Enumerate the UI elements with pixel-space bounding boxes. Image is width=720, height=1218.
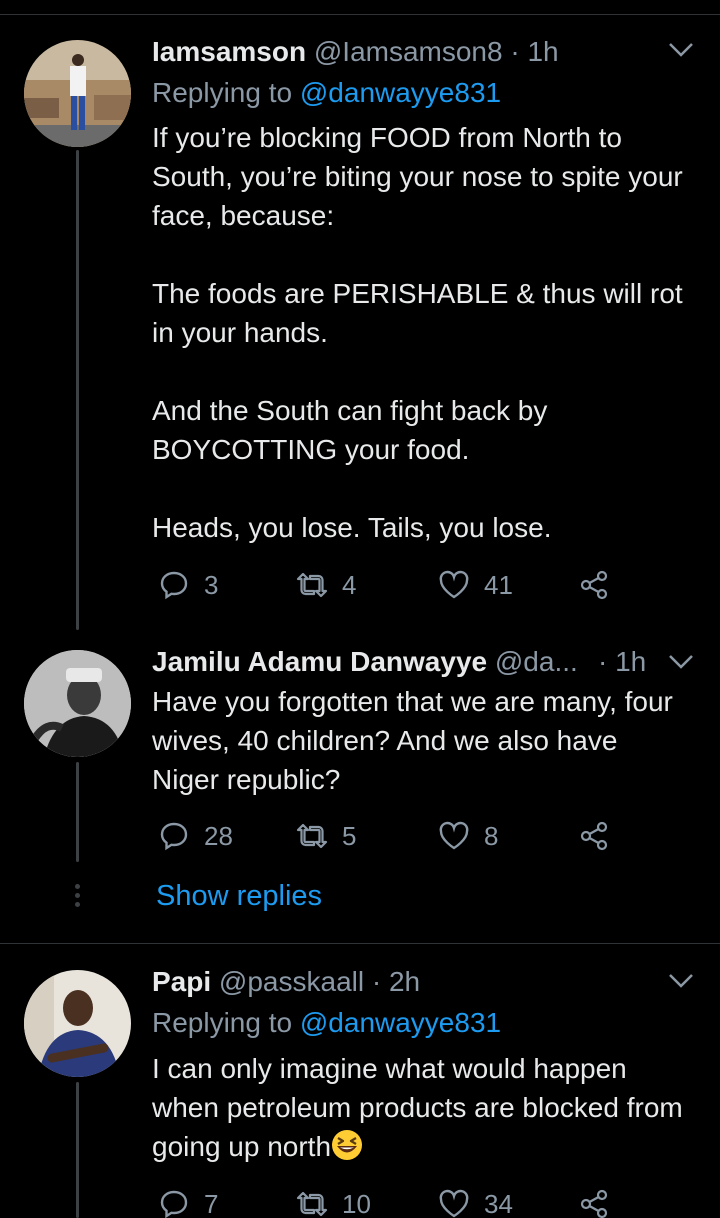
mention-link[interactable]: @danwayye831 [300, 77, 501, 108]
display-name[interactable]: Iamsamson [152, 36, 306, 67]
reply-icon [160, 822, 188, 851]
laughing-emoji-icon [332, 1130, 363, 1160]
retweet-count: 4 [342, 569, 357, 600]
tweet-time: · 1h [502, 36, 559, 67]
reply-count: 28 [204, 820, 233, 851]
retweet-count: 10 [342, 1188, 371, 1218]
thread-line [76, 1082, 79, 1218]
tweet-text: Have you forgotten that we are many, fou… [152, 686, 681, 795]
reply-icon [160, 1190, 188, 1218]
section-divider [0, 943, 720, 944]
chevron-down-icon[interactable] [668, 42, 694, 58]
reply-button[interactable]: 3 [158, 565, 218, 605]
mention-link[interactable]: @danwayye831 [300, 1007, 501, 1038]
user-handle[interactable]: @passkaall [219, 966, 364, 997]
tweet-time: · 1h [598, 646, 647, 677]
retweet-button[interactable]: 4 [296, 565, 356, 605]
like-button[interactable]: 34 [438, 1184, 513, 1218]
replying-to: Replying to @danwayye831 [152, 77, 502, 108]
retweet-icon [296, 572, 328, 598]
retweet-count: 5 [342, 820, 357, 851]
display-name[interactable]: Jamilu Adamu Danwayye [152, 646, 487, 677]
like-count: 8 [484, 820, 499, 851]
like-button[interactable]: 41 [438, 565, 513, 605]
user-handle[interactable]: @Iamsamson8 [314, 36, 503, 67]
reply-button[interactable]: 7 [158, 1184, 218, 1218]
tweet-header: Papi @passkaall · 2h [152, 965, 420, 999]
tweet-actions: 3 4 41 [152, 565, 632, 605]
retweet-button[interactable]: 10 [296, 1184, 371, 1218]
display-name[interactable]: Papi [152, 966, 211, 997]
more-replies-dots [75, 884, 80, 911]
heart-icon [439, 1189, 469, 1218]
share-button[interactable] [578, 816, 610, 856]
like-count: 34 [484, 1188, 513, 1218]
heart-icon [439, 570, 469, 599]
chevron-down-icon[interactable] [668, 973, 694, 989]
heart-icon [439, 821, 469, 850]
replying-to: Replying to @danwayye831 [152, 1007, 502, 1038]
reply-count: 3 [204, 569, 219, 600]
tweet-actions: 7 10 34 [152, 1184, 632, 1218]
retweet-icon [296, 823, 328, 849]
avatar-iamsamson[interactable] [24, 40, 131, 147]
tweet-header: Jamilu Adamu Danwayye @da... [152, 645, 578, 679]
chevron-down-icon[interactable] [668, 654, 694, 670]
tweet-actions: 28 5 8 [152, 816, 632, 856]
reply-icon [160, 571, 188, 600]
top-divider [0, 14, 720, 15]
retweet-button[interactable]: 5 [296, 816, 356, 856]
share-icon [580, 1189, 608, 1218]
like-button[interactable]: 8 [438, 816, 498, 856]
avatar-jamilu[interactable] [24, 650, 131, 757]
share-icon [580, 821, 608, 851]
tweet-header: Iamsamson @Iamsamson8 · 1h [152, 35, 559, 69]
share-button[interactable] [578, 1184, 610, 1218]
reply-button[interactable]: 28 [158, 816, 233, 856]
user-handle[interactable]: @da... [495, 646, 578, 677]
thread-line [76, 762, 79, 862]
share-button[interactable] [578, 565, 610, 605]
tweet-time: · 2h [364, 966, 421, 997]
share-icon [580, 570, 608, 600]
thread-line [76, 150, 79, 630]
tweet-text: I can only imagine what would happen whe… [152, 1053, 691, 1162]
retweet-icon [296, 1191, 328, 1217]
show-replies-link[interactable]: Show replies [156, 880, 322, 913]
tweet-text: If you’re blocking FOOD from North to So… [152, 122, 683, 543]
avatar-papi[interactable] [24, 970, 131, 1077]
like-count: 41 [484, 569, 513, 600]
reply-count: 7 [204, 1188, 219, 1218]
